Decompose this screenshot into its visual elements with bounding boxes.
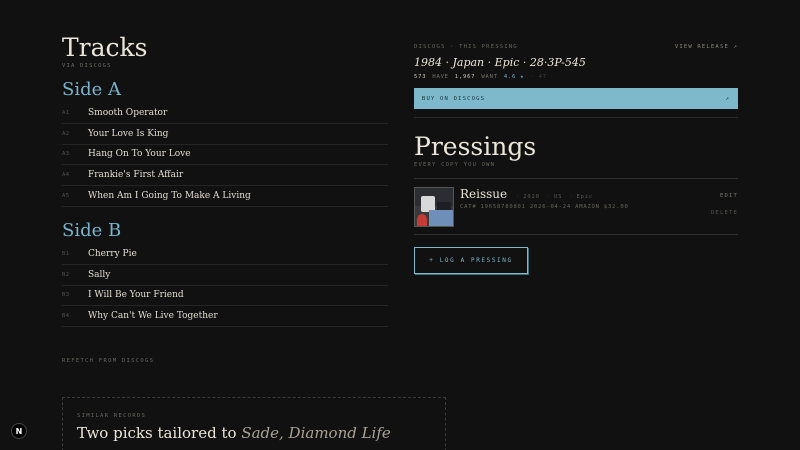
track-name: Cherry Pie — [88, 248, 137, 259]
edit-button[interactable]: EDIT — [720, 193, 738, 199]
have-label: HAVE — [432, 74, 449, 80]
track-name: Smooth Operator — [88, 107, 168, 118]
pressing-info: Reissue · 2020 · US · Epic CAT# 19658780801… — [460, 187, 711, 210]
track-row: A1 Smooth Operator — [62, 103, 388, 124]
rating-count: · 47 — [530, 74, 547, 80]
track-number: B3 — [62, 292, 70, 299]
similar-title: Two picks tailored to Sade, Diamond Life — [77, 424, 431, 442]
side-b-track-list: B1 Cherry Pie B2 Sally B3 I Will Be Your… — [62, 244, 388, 328]
similar-title-prefix: Two picks tailored to — [77, 424, 242, 442]
pressing-meta: · 2020 · US · Epic — [516, 194, 593, 200]
track-number: B1 — [62, 250, 70, 257]
release-panel: DISCOGS · THIS PRESSING VIEW RELEASE ↗ 1… — [414, 44, 738, 274]
track-row: A2 Your Love Is King — [62, 124, 388, 145]
badge-letter: N — [15, 426, 23, 436]
discogs-stats: 573 HAVE 1,967 WANT 4.6 ★ · 47 — [414, 74, 738, 80]
log-pressing-button[interactable]: + LOG A PRESSING — [414, 247, 528, 274]
tracks-source: VIA DISCOGS — [62, 63, 112, 69]
pressing-actions: EDIT DELETE — [711, 187, 738, 216]
track-number: B2 — [62, 271, 70, 278]
rating: 4.6 ★ — [503, 74, 525, 80]
discogs-label: DISCOGS · THIS PRESSING — [414, 44, 518, 50]
side-b-title: Side B — [62, 219, 122, 241]
track-number: B4 — [62, 313, 70, 320]
track-name: Hang On To Your Love — [88, 149, 191, 160]
track-number: A1 — [62, 109, 70, 116]
track-number: A5 — [62, 193, 70, 200]
buy-on-discogs-button[interactable]: BUY ON DISCOGS ↗ — [414, 88, 738, 109]
tracks-title: Tracks — [62, 33, 148, 62]
want-label: WANT — [481, 74, 498, 80]
view-release-link[interactable]: VIEW RELEASE ↗ — [675, 44, 738, 50]
track-row: B1 Cherry Pie — [62, 244, 388, 265]
want-count: 1,967 — [454, 74, 476, 80]
pressing-country: US — [553, 194, 563, 200]
side-a-title: Side A — [62, 79, 121, 100]
pressing-thumbnail — [414, 187, 454, 227]
pressings-subtitle: EVERY COPY YOU OWN — [414, 162, 496, 168]
pressing-label: Epic — [576, 194, 593, 200]
pressing-details: CAT# 19658780801 2026-04-24 AMAZON $32.0… — [460, 204, 629, 210]
pressing-summary: 1984 · Japan · Epic · 28·3P-545 — [414, 56, 586, 69]
similar-label: SIMILAR RECORDS — [77, 413, 147, 419]
track-name: When Am I Going To Make A Living — [88, 191, 251, 202]
buy-label: BUY ON DISCOGS — [422, 95, 486, 102]
track-row: A4 Frankie's First Affair — [62, 165, 388, 187]
track-name: Your Love Is King — [88, 128, 169, 139]
track-number: A3 — [62, 151, 70, 158]
track-row: B4 Why Can't We Live Together — [62, 306, 388, 328]
track-row: A3 Hang On To Your Love — [62, 145, 388, 166]
pressings-title: Pressings — [414, 132, 537, 161]
delete-button[interactable]: DELETE — [711, 210, 738, 216]
track-name: I Will Be Your Friend — [88, 290, 184, 301]
track-name: Why Can't We Live Together — [88, 311, 218, 322]
refetch-button[interactable]: REFETCH FROM DISCOGS — [62, 358, 388, 364]
discogs-header: DISCOGS · THIS PRESSING VIEW RELEASE ↗ — [414, 44, 738, 50]
have-count: 573 — [414, 74, 427, 80]
track-number: A2 — [62, 130, 70, 137]
side-a-track-list: A1 Smooth Operator A2 Your Love Is King … — [62, 103, 388, 207]
similar-title-highlight: Sade, Diamond Life — [241, 424, 391, 442]
pressing-row: Reissue · 2020 · US · Epic CAT# 19658780801… — [414, 179, 738, 235]
nextjs-badge-icon[interactable]: N — [11, 423, 27, 439]
track-row: B3 I Will Be Your Friend — [62, 286, 388, 307]
track-row: A5 When Am I Going To Make A Living — [62, 186, 388, 207]
track-row: B2 Sally — [62, 265, 388, 286]
similar-records-card: SIMILAR RECORDS Two picks tailored to Sa… — [62, 397, 446, 450]
tracks-section: Tracks VIA DISCOGS Side A A1 Smooth Oper… — [62, 34, 388, 364]
track-name: Sally — [88, 269, 111, 280]
pressing-name: Reissue — [460, 187, 508, 201]
external-link-icon: ↗ — [725, 95, 730, 102]
pressing-year: 2020 — [523, 194, 540, 200]
track-number: A4 — [62, 172, 70, 179]
track-name: Frankie's First Affair — [88, 170, 184, 181]
divider — [414, 117, 738, 118]
